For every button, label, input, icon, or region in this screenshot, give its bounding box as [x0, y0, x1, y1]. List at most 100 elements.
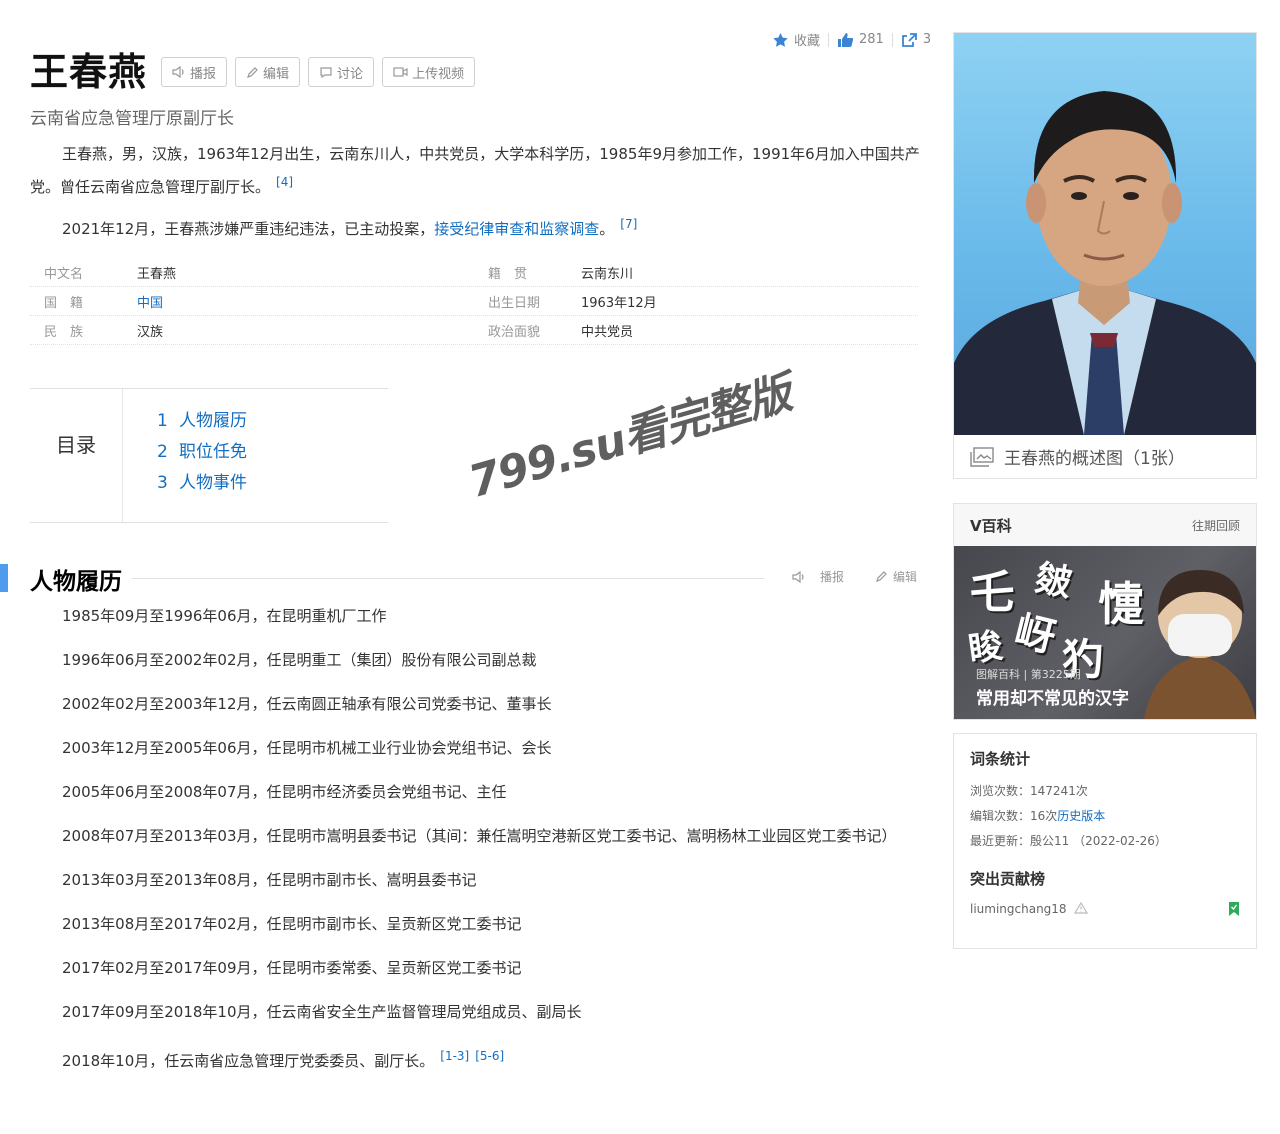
info-key: 政治面貌: [488, 324, 541, 340]
photo-caption[interactable]: 王春燕的概述图（1张）: [954, 435, 1256, 478]
section-broadcast-button[interactable]: 播报: [792, 568, 844, 585]
career-list: 1985年09月至1996年06月，在昆明重机厂工作 1996年06月至2002…: [30, 604, 900, 1093]
updated-value: 殷公11 （2022-02-26）: [1030, 834, 1167, 848]
updated-row: 最近更新：殷公11 （2022-02-26）: [970, 829, 1240, 854]
stats-title: 词条统计: [970, 750, 1031, 768]
summary-text: 王春燕，男，汉族，1963年12月出生，云南东川人，中共党员，大学本科学历，19…: [30, 145, 920, 196]
warning-icon: [1074, 901, 1089, 914]
vbaike-title: V百科: [970, 516, 1012, 535]
career-item: 2013年08月至2017年02月，任昆明市副市长、呈贡新区党工委书记: [62, 915, 522, 933]
edits-count: 16次: [1030, 809, 1058, 823]
comment-icon: [320, 66, 332, 78]
watermark-text: 799.su看完整版: [463, 367, 797, 509]
vbaike-card: V百科 往期回顾 乇 皴 懥 睃 岈 犳 图解百科 | 第3225期 常用却不常…: [953, 503, 1257, 720]
section-broadcast-label: 播报: [820, 570, 845, 584]
vbaike-issue-tag: 图解百科 | 第3225期: [976, 668, 1081, 681]
info-value: 王春燕: [137, 266, 177, 282]
edit-label: 编辑: [263, 66, 290, 82]
career-item: 1996年06月至2002年02月，任昆明重工（集团）股份有限公司副总裁: [62, 651, 537, 669]
upload-video-label: 上传视频: [412, 66, 465, 82]
like-button[interactable]: 281: [837, 32, 884, 48]
speaker-icon: [792, 570, 804, 583]
vbaike-char: 岈: [1010, 607, 1061, 663]
citation-link[interactable]: [7]: [620, 217, 637, 231]
divider: [891, 32, 893, 47]
section-title: 人物履历: [30, 569, 122, 595]
star-icon: [773, 32, 788, 47]
citation-link[interactable]: [4]: [276, 175, 293, 189]
summary-paragraph-2: 2021年12月，王春燕涉嫌严重违纪违法，已主动投案，接受纪律审查和监察调查。 […: [30, 210, 920, 243]
history-version-link[interactable]: 历史版本: [1057, 809, 1105, 823]
title-row: 王春燕 播报 编辑 讨论 上传视频: [30, 50, 483, 94]
views-count: 147241次: [1030, 784, 1088, 798]
views-row: 浏览次数：147241次: [970, 779, 1240, 804]
toc-number: 2: [157, 442, 168, 462]
vbaike-header: V百科 往期回顾: [954, 504, 1256, 546]
contributor[interactable]: liumingchang18: [970, 901, 1089, 916]
toc-item[interactable]: 2 职位任免: [157, 440, 247, 471]
toc-item[interactable]: 1 人物履历: [157, 409, 247, 440]
info-key: 籍 贯: [488, 266, 528, 282]
info-key: 国 籍: [44, 295, 84, 311]
toc-label: 目录: [30, 389, 123, 522]
info-value: 1963年12月: [581, 295, 657, 311]
career-item: 2003年12月至2005年06月，任昆明市机械工业行业协会党组书记、会长: [62, 739, 552, 757]
summary-text-2: 2021年12月，王春燕涉嫌严重违纪违法，已主动投案，: [62, 220, 435, 238]
upload-video-button[interactable]: 上传视频: [382, 57, 476, 87]
career-item: 2017年02月至2017年09月，任昆明市委常委、呈贡新区党工委书记: [62, 959, 522, 977]
edit-button[interactable]: 编辑: [235, 57, 301, 87]
vbaike-thumbnail[interactable]: 乇 皴 懥 睃 岈 犳 图解百科 | 第3225期 常用却不常见的汉字: [954, 546, 1256, 719]
favorite-button[interactable]: 收藏: [772, 30, 820, 49]
portrait-photo[interactable]: [954, 33, 1256, 435]
table-of-contents: 目录 1 人物履历 2 职位任免 3 人物事件: [30, 388, 388, 523]
toc-number: 1: [157, 411, 168, 431]
toc-item[interactable]: 3 人物事件: [157, 471, 247, 502]
vbaike-char: 乇: [970, 567, 1014, 618]
updated-label: 最近更新：: [970, 834, 1031, 848]
career-item: 2005年06月至2008年07月，任昆明市经济委员会党组书记、主任: [62, 783, 507, 801]
vbaike-caption: 常用却不常见的汉字: [976, 689, 1129, 709]
info-value: 中共党员: [581, 324, 634, 340]
career-item-text: 2018年10月，任云南省应急管理厅党委委员、副厅长。: [62, 1052, 435, 1070]
info-row: 中文名 王春燕 籍 贯 云南东川: [30, 258, 918, 287]
summary-paragraph: 王春燕，男，汉族，1963年12月出生，云南东川人，中共党员，大学本科学历，19…: [30, 140, 920, 201]
summary-photo-card[interactable]: 王春燕的概述图（1张）: [953, 32, 1257, 479]
info-key: 出生日期: [488, 295, 541, 311]
broadcast-button[interactable]: 播报: [161, 57, 228, 87]
thumbs-up-icon: [838, 32, 854, 47]
discuss-button[interactable]: 讨论: [308, 57, 375, 87]
summary-text-2-end: 。: [599, 220, 615, 238]
nationality-link[interactable]: 中国: [137, 292, 474, 311]
share-button[interactable]: 3: [901, 32, 931, 48]
discipline-review-link[interactable]: 接受纪律审查和监察调查: [434, 220, 599, 238]
broadcast-label: 播报: [190, 66, 217, 82]
views-label: 浏览次数：: [970, 784, 1031, 798]
info-key: 中文名: [44, 266, 84, 282]
page-title: 王春燕: [30, 50, 148, 94]
favorite-label: 收藏: [794, 34, 821, 49]
pencil-icon: [247, 66, 258, 78]
discuss-label: 讨论: [337, 66, 364, 82]
portrait-illustration: [954, 91, 1256, 435]
citation-link[interactable]: [1-3]: [440, 1049, 469, 1063]
cartoon-figure: [1144, 570, 1256, 719]
past-issues-link[interactable]: 往期回顾: [1192, 517, 1240, 534]
section-edit-label: 编辑: [893, 570, 918, 584]
career-item: 2008年07月至2013年03月，任昆明市嵩明县委书记（其间：兼任嵩明空港新区…: [62, 827, 897, 845]
video-icon: [393, 67, 408, 77]
image-gallery-icon: [970, 446, 994, 467]
edits-label: 编辑次数：: [970, 809, 1031, 823]
info-row: 国 籍 中国 出生日期 1963年12月: [30, 287, 918, 316]
section-edit-button[interactable]: 编辑: [875, 568, 917, 585]
basic-info-table: 中文名 王春燕 籍 贯 云南东川 国 籍 中国 出生日期 1963年12月 民 …: [30, 258, 918, 345]
toc-item-label: 职位任免: [179, 442, 247, 462]
contributor-row: liumingchang18: [970, 901, 1240, 917]
career-item: 2013年03月至2013年08月，任昆明市副市长、嵩明县委书记: [62, 871, 477, 889]
entry-stats-card: 词条统计 浏览次数：147241次 编辑次数：16次历史版本 最近更新：殷公11…: [953, 733, 1257, 949]
citation-link[interactable]: [5-6]: [475, 1049, 504, 1063]
contrib-title: 突出贡献榜: [970, 870, 1046, 888]
toc-item-label: 人物事件: [179, 473, 247, 493]
like-count: 281: [859, 32, 884, 47]
photo-caption-text: 王春燕的概述图（1张）: [1004, 449, 1185, 469]
bookmark-icon[interactable]: [1228, 901, 1240, 917]
